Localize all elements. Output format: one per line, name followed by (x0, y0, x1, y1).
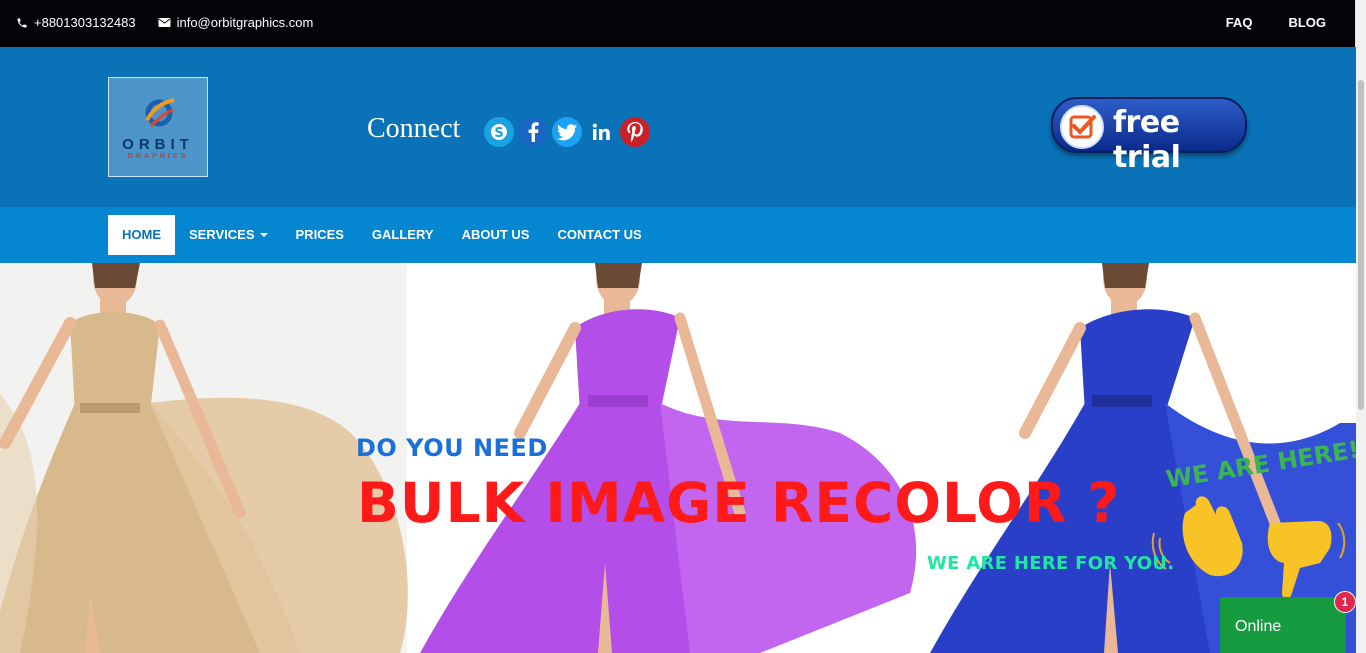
free-trial-button[interactable]: free trial (1051, 97, 1247, 175)
site-logo[interactable]: ORBIT GRAPHICS (108, 77, 208, 177)
logo-wordmark: ORBIT (122, 136, 194, 153)
social-links: S (484, 117, 650, 147)
nav-services[interactable]: SERVICES (175, 215, 282, 255)
orbit-logo-icon (145, 98, 175, 128)
nav-gallery-label: GALLERY (371, 227, 434, 242)
logo-subtitle: GRAPHICS (127, 153, 189, 160)
nav-prices-label: PRICES (295, 227, 344, 242)
model-beige-dress (0, 263, 408, 653)
caret-down-icon (259, 233, 268, 237)
nav-gallery[interactable]: GALLERY (358, 215, 448, 255)
svg-text:S: S (494, 126, 503, 141)
pinterest-icon[interactable] (620, 117, 650, 147)
skype-icon[interactable]: S (484, 117, 514, 147)
nav-prices[interactable]: PRICES (282, 215, 358, 255)
hero-line-1: DO YOU NEED (356, 434, 548, 462)
nav-home-label: HOME (122, 227, 161, 242)
twitter-icon[interactable] (552, 117, 582, 147)
hero-banner: DO YOU NEED BULK IMAGE RECOLOR ? WE ARE … (0, 263, 1356, 653)
free-trial-label: free trial (1113, 105, 1181, 175)
nav-contact-us[interactable]: CONTACT US (543, 215, 655, 255)
email-address[interactable]: info@orbitgraphics.com (177, 15, 314, 30)
page-scrollbar[interactable] (1355, 0, 1366, 653)
contact-info: +8801303132483 info@orbitgraphics.com (16, 15, 313, 30)
connect-label: Connect (367, 113, 461, 144)
envelope-icon (158, 17, 171, 28)
faq-link[interactable]: FAQ (1226, 15, 1253, 30)
hero-models-image (0, 263, 1356, 653)
nav-about-us[interactable]: ABOUT US (448, 215, 544, 255)
phone-icon (16, 17, 28, 29)
checkmark-icon (1060, 105, 1104, 149)
chat-online-button[interactable]: Online (1220, 597, 1346, 653)
nav-contact-label: CONTACT US (557, 227, 642, 242)
unread-badge: 1 (1334, 591, 1356, 613)
top-bar: +8801303132483 info@orbitgraphics.com FA… (0, 0, 1356, 47)
blog-link[interactable]: BLOG (1288, 15, 1326, 30)
nav-about-label: ABOUT US (461, 227, 530, 242)
chat-status-label: Online (1235, 618, 1282, 635)
nav-home[interactable]: HOME (108, 215, 175, 255)
scrollbar-thumb[interactable] (1358, 80, 1364, 410)
facebook-icon[interactable] (518, 117, 548, 147)
hero-headline: BULK IMAGE RECOLOR ? (357, 471, 1121, 535)
phone-number[interactable]: +8801303132483 (34, 15, 136, 30)
linkedin-icon[interactable] (586, 117, 616, 147)
site-header: ORBIT GRAPHICS Connect S free trial (0, 47, 1356, 207)
top-links: FAQ BLOG (1226, 15, 1326, 30)
hero-line-3: WE ARE HERE FOR YOU. (927, 553, 1175, 574)
nav-services-label: SERVICES (189, 227, 255, 242)
main-nav: HOME SERVICES PRICES GALLERY ABOUT US CO… (0, 207, 1356, 263)
